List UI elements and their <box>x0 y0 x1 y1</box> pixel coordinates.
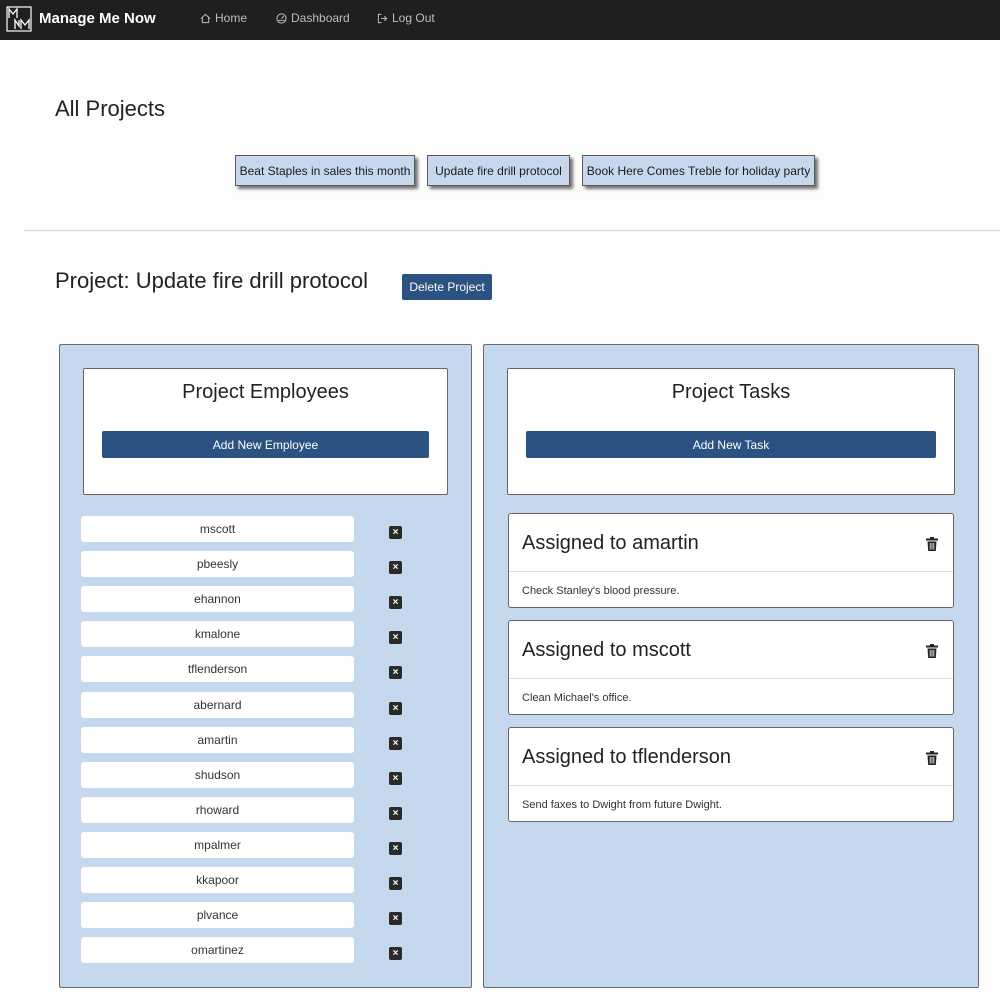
task-assignee: Assigned to tflenderson <box>522 746 732 768</box>
task-card: Assigned to amartin Check Stanley's bloo… <box>508 513 954 608</box>
all-projects-heading: All Projects <box>55 96 166 121</box>
employees-title: Project Employees <box>182 381 349 403</box>
remove-employee-icon[interactable]: × <box>389 561 402 574</box>
employees-card: Project Employees Add New Employee <box>83 368 448 495</box>
task-description: Check Stanley's blood pressure. <box>522 585 680 597</box>
trash-icon[interactable] <box>926 751 938 765</box>
project-title: Project: Update fire drill protocol <box>55 268 369 293</box>
task-card: Assigned to mscott Clean Michael's offic… <box>508 620 954 715</box>
remove-employee-icon[interactable]: × <box>389 877 402 890</box>
home-icon <box>200 13 211 23</box>
nav-link-label: Dashboard <box>291 11 350 25</box>
task-divider <box>509 571 953 572</box>
project-button[interactable]: Beat Staples in sales this month <box>235 155 415 186</box>
dashboard-icon <box>276 12 287 24</box>
task-assignee: Assigned to mscott <box>522 639 691 661</box>
nav-link-label: Home <box>215 11 248 25</box>
remove-employee-icon[interactable]: × <box>389 842 402 855</box>
mnm-logo-icon[interactable] <box>6 6 32 32</box>
delete-project-button[interactable]: Delete Project <box>402 274 492 300</box>
employee-item: mscott <box>81 516 354 542</box>
employee-item: tflenderson <box>81 656 354 682</box>
employee-item: plvance <box>81 902 354 928</box>
remove-employee-icon[interactable]: × <box>389 526 402 539</box>
task-divider <box>509 678 953 679</box>
remove-employee-icon[interactable]: × <box>389 702 402 715</box>
employee-item: omartinez <box>81 937 354 963</box>
nav-link-dashboard[interactable]: Dashboard <box>276 11 350 25</box>
task-description: Send faxes to Dwight from future Dwight. <box>522 799 722 811</box>
project-button[interactable]: Update fire drill protocol <box>427 155 570 186</box>
employee-item: amartin <box>81 727 354 753</box>
project-button[interactable]: Book Here Comes Treble for holiday party <box>582 155 815 186</box>
remove-employee-icon[interactable]: × <box>389 912 402 925</box>
employee-item: mpalmer <box>81 832 354 858</box>
tasks-title: Project Tasks <box>671 381 791 403</box>
employee-item: rhoward <box>81 797 354 823</box>
navbar: Manage Me Now Home Dashboard Log Out <box>0 0 1000 40</box>
employee-item: ehannon <box>81 586 354 612</box>
remove-employee-icon[interactable]: × <box>389 596 402 609</box>
employee-item: pbeesly <box>81 551 354 577</box>
employee-item: kkapoor <box>81 867 354 893</box>
tasks-card: Project Tasks Add New Task <box>507 368 955 495</box>
task-description: Clean Michael's office. <box>522 692 632 704</box>
employee-item: shudson <box>81 762 354 788</box>
logout-icon <box>377 13 388 23</box>
task-assignee: Assigned to amartin <box>522 532 699 554</box>
brand-name[interactable]: Manage Me Now <box>39 10 156 27</box>
task-divider <box>509 785 953 786</box>
remove-employee-icon[interactable]: × <box>389 737 402 750</box>
remove-employee-icon[interactable]: × <box>389 772 402 785</box>
remove-employee-icon[interactable]: × <box>389 631 402 644</box>
task-card: Assigned to tflenderson Send faxes to Dw… <box>508 727 954 822</box>
trash-icon[interactable] <box>926 644 938 658</box>
remove-employee-icon[interactable]: × <box>389 666 402 679</box>
remove-employee-icon[interactable]: × <box>389 807 402 820</box>
employee-item: kmalone <box>81 621 354 647</box>
employee-item: abernard <box>81 692 354 718</box>
add-task-button[interactable]: Add New Task <box>526 431 936 458</box>
add-employee-button[interactable]: Add New Employee <box>102 431 429 458</box>
nav-link-logout[interactable]: Log Out <box>377 11 435 25</box>
nav-link-label: Log Out <box>392 11 435 25</box>
remove-employee-icon[interactable]: × <box>389 947 402 960</box>
nav-link-home[interactable]: Home <box>200 11 247 25</box>
trash-icon[interactable] <box>926 537 938 551</box>
section-divider <box>24 230 1000 231</box>
